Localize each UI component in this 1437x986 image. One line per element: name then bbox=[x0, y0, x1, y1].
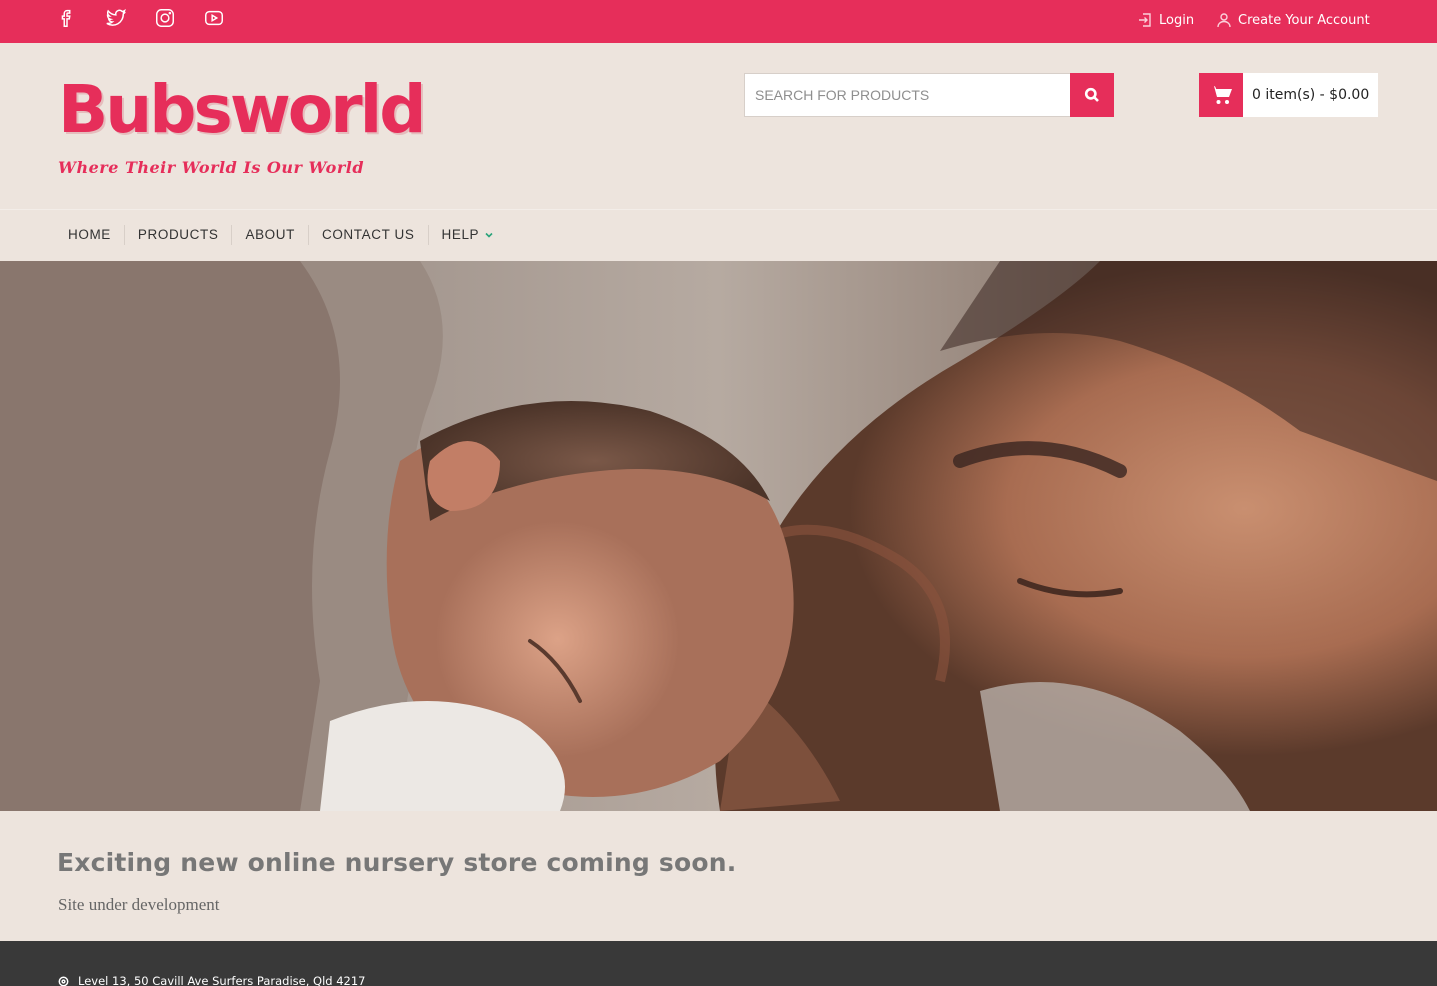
page-subline: Site under development bbox=[58, 895, 220, 914]
logo-text: Bubsworld bbox=[58, 71, 427, 148]
footer: Level 13, 50 Cavill Ave Surfers Paradise… bbox=[0, 941, 1437, 986]
tagline: Where Their World Is Our World bbox=[58, 158, 365, 177]
cart-button[interactable]: 0 item(s) - $0.00 bbox=[1199, 73, 1378, 117]
chevron-down-icon bbox=[485, 232, 493, 238]
nav-help-label: HELP bbox=[441, 227, 480, 242]
site-logo[interactable]: Bubsworld bbox=[58, 72, 454, 148]
nav-about[interactable]: ABOUT bbox=[232, 225, 309, 245]
create-account-label: Create Your Account bbox=[1238, 12, 1370, 28]
nav-products[interactable]: PRODUCTS bbox=[125, 225, 233, 245]
search-bar bbox=[744, 73, 1114, 117]
page-headline: Exciting new online nursery store coming… bbox=[57, 848, 737, 877]
search-input[interactable] bbox=[744, 73, 1070, 117]
hero-photo bbox=[0, 261, 1437, 811]
top-bar: Login Create Your Account bbox=[0, 0, 1437, 43]
login-link[interactable]: Login bbox=[1137, 10, 1194, 30]
nav-home[interactable]: HOME bbox=[58, 225, 125, 245]
instagram-icon[interactable] bbox=[153, 6, 177, 30]
nav-help[interactable]: HELP bbox=[429, 225, 508, 245]
search-button[interactable] bbox=[1070, 73, 1114, 117]
cart-summary: 0 item(s) - $0.00 bbox=[1252, 87, 1370, 103]
cart-icon bbox=[1199, 73, 1243, 117]
hero-image bbox=[0, 261, 1437, 811]
location-icon bbox=[58, 976, 69, 986]
create-account-link[interactable]: Create Your Account bbox=[1216, 10, 1370, 30]
address-text: Level 13, 50 Cavill Ave Surfers Paradise… bbox=[78, 974, 366, 986]
login-label: Login bbox=[1159, 12, 1195, 28]
user-icon bbox=[1217, 13, 1231, 28]
nav-contact-us[interactable]: CONTACT US bbox=[309, 225, 429, 245]
search-icon bbox=[1084, 87, 1099, 102]
footer-address: Level 13, 50 Cavill Ave Surfers Paradise… bbox=[58, 974, 366, 986]
twitter-icon[interactable] bbox=[104, 6, 128, 30]
main-nav: HOME PRODUCTS ABOUT CONTACT US HELP bbox=[58, 224, 507, 246]
facebook-icon[interactable] bbox=[55, 6, 79, 30]
youtube-icon[interactable] bbox=[202, 6, 226, 30]
header-divider bbox=[0, 209, 1437, 210]
login-icon bbox=[1139, 13, 1151, 27]
